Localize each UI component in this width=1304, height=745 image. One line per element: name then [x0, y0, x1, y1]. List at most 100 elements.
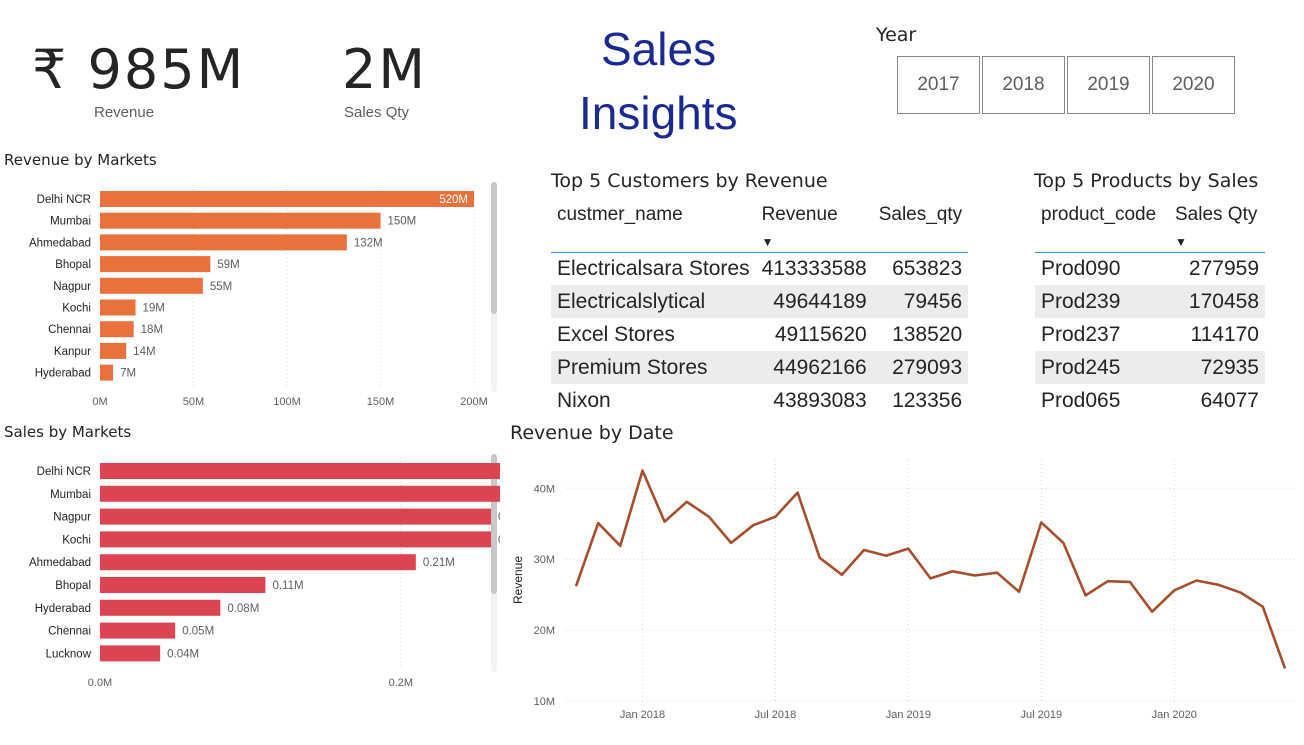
- category-label: Ahmedabad: [29, 237, 91, 249]
- customer-cell: Nixon: [551, 384, 756, 417]
- category-label: Kochi: [62, 534, 91, 546]
- category-label: Kanpur: [54, 346, 91, 358]
- product-cell: 114170: [1169, 318, 1265, 351]
- category-label: Chennai: [48, 324, 91, 336]
- bar: [100, 321, 134, 338]
- customer-cell: 43893083: [755, 384, 873, 417]
- x-tick-label: Jul 2018: [755, 709, 797, 721]
- category-label: Bhopal: [55, 580, 91, 592]
- customer-cell: 44962166: [755, 351, 873, 384]
- x-tick-label: 0.0M: [88, 677, 112, 689]
- year-option-2017[interactable]: 2017: [897, 56, 980, 114]
- revenue-by-markets-title: Revenue by Markets: [4, 151, 157, 169]
- x-tick-label: 50M: [183, 396, 204, 408]
- bar: [100, 531, 492, 548]
- table-row[interactable]: Electricalslytical 49644189 79456: [551, 285, 969, 318]
- revenue-kpi-value: ₹ 985M: [32, 38, 246, 101]
- bar: [100, 554, 416, 571]
- revenue-by-date-title: Revenue by Date: [510, 422, 674, 444]
- product-cell: Prod237: [1035, 318, 1169, 351]
- category-label: Lucknow: [46, 648, 92, 660]
- bar: [100, 463, 500, 479]
- sales-by-markets-title: Sales by Markets: [4, 423, 132, 441]
- column-header-revenue[interactable]: Revenue ▼: [756, 200, 873, 252]
- data-label: 0.04M: [167, 648, 199, 660]
- x-tick-label: 0.2M: [389, 677, 413, 689]
- year-option-2020[interactable]: 2020: [1152, 56, 1235, 114]
- category-label: Mumbai: [50, 489, 91, 501]
- bar: [100, 622, 176, 639]
- customer-cell: 123356: [872, 384, 969, 417]
- customer-cell: 49115620: [755, 318, 873, 351]
- y-axis-label: Revenue: [511, 556, 525, 604]
- page-title-line1: Sales: [601, 23, 717, 75]
- bar: [100, 212, 381, 229]
- data-label: 0.05M: [182, 626, 214, 638]
- customer-cell: 49644189: [755, 285, 873, 318]
- table-row[interactable]: Prod065 64077: [1035, 384, 1265, 417]
- table-row[interactable]: Prod245 72935: [1035, 351, 1265, 384]
- product-cell: 170458: [1169, 285, 1265, 318]
- x-tick-label: 100M: [273, 396, 301, 408]
- table-row[interactable]: Prod090 277959: [1035, 252, 1265, 285]
- scrollbar-thumb: [491, 182, 497, 314]
- y-tick-label: 40M: [534, 483, 555, 495]
- table-row[interactable]: Nixon 43893083 123356: [551, 384, 969, 417]
- year-option-2018[interactable]: 2018: [982, 56, 1065, 114]
- column-header-sales-qty[interactable]: Sales Qty ▼: [1169, 200, 1265, 252]
- data-label: 0.08M: [227, 603, 259, 615]
- data-label: 132M: [354, 237, 383, 249]
- x-tick-label: Jan 2019: [886, 709, 931, 721]
- bar: [100, 577, 266, 593]
- table-row[interactable]: Excel Stores 49115620 138520: [551, 318, 969, 351]
- product-cell: Prod245: [1035, 351, 1169, 384]
- category-label: Ahmedabad: [29, 557, 91, 569]
- bar: [100, 485, 500, 502]
- bar: [100, 277, 203, 294]
- year-option-2019[interactable]: 2019: [1067, 56, 1150, 114]
- category-label: Kochi: [62, 303, 91, 315]
- category-label: Chennai: [48, 626, 91, 638]
- revenue-kpi-label: Revenue: [94, 104, 155, 121]
- bar: [100, 508, 492, 525]
- y-tick-label: 10M: [534, 696, 555, 708]
- column-header-sales-qty-label: Sales Qty: [1175, 204, 1258, 225]
- product-cell: 277959: [1169, 252, 1265, 285]
- sales-by-markets-chart: 0.0M0.2M0.4MDelhi NCR0.99MMumbai0.38MNag…: [29, 454, 500, 689]
- customer-cell: 79456: [872, 285, 969, 318]
- bar: [100, 234, 347, 251]
- category-label: Nagpur: [53, 281, 91, 293]
- category-label: Delhi NCR: [37, 466, 91, 478]
- column-header-product-code[interactable]: product_code: [1035, 200, 1169, 252]
- x-tick-label: Jan 2018: [620, 709, 665, 721]
- top-products-title: Top 5 Products by Sales: [1034, 170, 1259, 192]
- category-label: Mumbai: [50, 216, 91, 228]
- customer-cell: 413333588: [755, 252, 873, 285]
- y-tick-label: 30M: [534, 554, 555, 566]
- data-label: 0.21M: [423, 557, 455, 569]
- x-tick-label: 200M: [460, 396, 488, 408]
- year-slicer-title: Year: [876, 24, 917, 46]
- category-label: Hyderabad: [35, 603, 91, 615]
- data-label: 0.11M: [272, 580, 303, 592]
- bar: [100, 599, 221, 616]
- customer-cell: Electricalslytical: [551, 285, 756, 318]
- table-row[interactable]: Prod237 114170: [1035, 318, 1265, 351]
- column-header-custmer-name[interactable]: custmer_name: [551, 200, 756, 252]
- table-row[interactable]: Premium Stores 44962166 279093: [551, 351, 969, 384]
- bar: [100, 645, 161, 662]
- category-label: Hyderabad: [35, 368, 91, 380]
- product-cell: 64077: [1169, 384, 1265, 417]
- top-products-table: product_code Sales Qty ▼ Prod090 277959 Pro…: [1035, 200, 1265, 417]
- data-label: 18M: [141, 324, 163, 336]
- customer-cell: Electricalsara Stores: [551, 252, 756, 285]
- data-label: 150M: [388, 216, 417, 228]
- table-row[interactable]: Prod239 170458: [1035, 285, 1265, 318]
- data-label: 520M: [439, 194, 468, 206]
- table-row[interactable]: Electricalsara Stores 413333588 653823: [551, 252, 969, 285]
- bar: [100, 299, 136, 316]
- column-header-sales-qty[interactable]: Sales_qty: [873, 200, 968, 252]
- data-label: 55M: [210, 281, 232, 293]
- revenue-by-markets-chart: 0M 50M 100M 150M 200M Delhi NCR 520M Mumbai 150M…: [29, 182, 497, 408]
- product-cell: 72935: [1169, 351, 1265, 384]
